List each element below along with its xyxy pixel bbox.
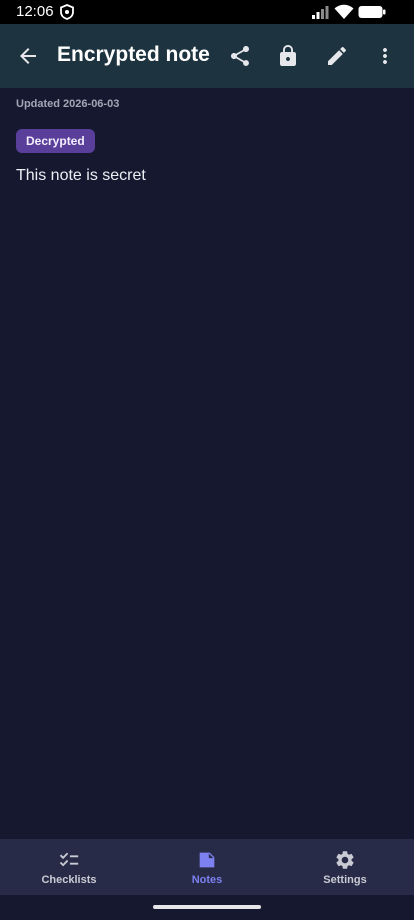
nav-label-notes: Notes (191, 874, 223, 886)
note-content: Updated 2026-06-03 Decrypted This note i… (16, 96, 398, 187)
gesture-area (0, 895, 414, 920)
note-body[interactable]: This note is secret (16, 165, 398, 187)
home-gesture-pill[interactable] (153, 905, 261, 909)
lock-button[interactable] (264, 32, 312, 80)
status-bar: 12:06 (0, 0, 414, 24)
app-bar: Encrypted note (0, 24, 414, 88)
more-vertical-icon (383, 48, 387, 64)
bottom-navigation: Checklists Notes Settings (0, 839, 414, 895)
share-icon (231, 46, 249, 66)
edit-pencil-icon (328, 46, 347, 65)
gear-icon (336, 851, 354, 869)
battery-icon (358, 6, 386, 18)
shield-icon (60, 4, 74, 20)
nav-label-settings: Settings (323, 874, 367, 886)
status-badge: Decrypted (16, 129, 95, 153)
lock-icon (280, 45, 296, 66)
back-button[interactable] (4, 32, 52, 80)
updated-date: Updated 2026-06-03 (16, 98, 120, 110)
checklist-icon (59, 852, 79, 867)
nav-label-checklists: Checklists (41, 874, 97, 886)
signal-icon (312, 6, 329, 19)
wifi-icon (334, 4, 354, 19)
edit-button[interactable] (313, 32, 361, 80)
nav-item-settings[interactable]: Settings (276, 839, 414, 895)
phone-screen: 12:06 Encrypted note Updated 2026-06-03 … (0, 0, 414, 920)
more-options-button[interactable] (361, 32, 409, 80)
nav-item-notes[interactable]: Notes (138, 839, 276, 895)
page-title: Encrypted note (57, 43, 210, 66)
note-icon (199, 852, 215, 868)
nav-item-checklists[interactable]: Checklists (0, 839, 138, 895)
share-button[interactable] (216, 32, 264, 80)
back-arrow-icon (20, 48, 36, 64)
status-time: 12:06 (16, 3, 54, 20)
